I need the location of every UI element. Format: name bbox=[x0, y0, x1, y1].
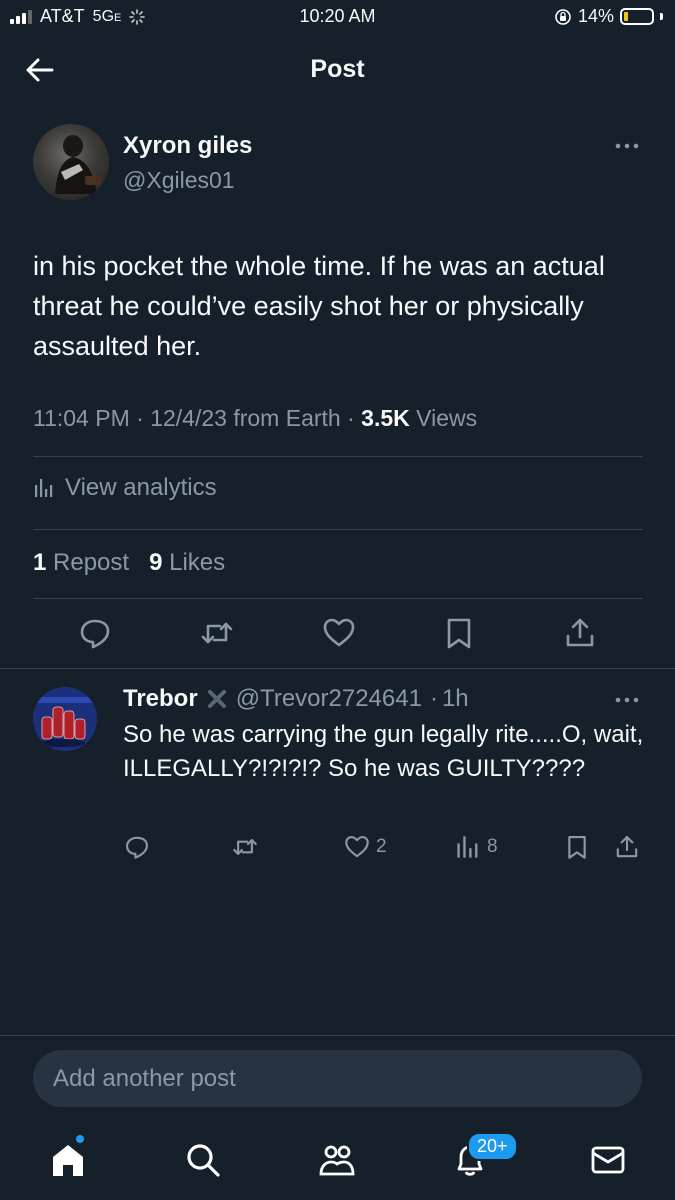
nav-home[interactable] bbox=[48, 1140, 88, 1180]
reply-likes-count: 2 bbox=[376, 836, 387, 857]
reply-avatar[interactable] bbox=[33, 687, 97, 751]
bookmark-button[interactable] bbox=[442, 616, 476, 650]
compose-input[interactable]: Add another post bbox=[33, 1050, 642, 1107]
reply-age: 1h bbox=[441, 685, 469, 712]
divider bbox=[0, 1035, 675, 1036]
rotation-lock-icon bbox=[555, 8, 571, 25]
divider bbox=[33, 456, 643, 457]
reply-header: Trebor @Trevor2724641 · 1h bbox=[123, 685, 469, 713]
engagement-counts: 1 Repost 9 Likes bbox=[33, 549, 225, 577]
share-icon bbox=[616, 835, 638, 858]
nav-search[interactable] bbox=[183, 1140, 223, 1180]
repost-icon bbox=[201, 622, 233, 644]
likes-count: 9 bbox=[149, 549, 163, 576]
home-icon bbox=[53, 1145, 83, 1176]
reply-separator: · bbox=[429, 685, 438, 712]
heart-icon bbox=[345, 835, 369, 858]
reply-icon bbox=[125, 836, 149, 859]
page-title: Post bbox=[310, 55, 365, 83]
status-bar: AT&T 5GE 10:20 AM 14% bbox=[0, 0, 675, 36]
repost-icon bbox=[233, 839, 257, 855]
battery-indicator: 14% bbox=[554, 6, 663, 27]
battery-percent: 14% bbox=[577, 6, 614, 26]
battery-fill bbox=[624, 12, 628, 21]
post-text: in his pocket the whole time. If he was … bbox=[33, 251, 605, 361]
mail-icon bbox=[591, 1146, 625, 1174]
analytics-icon bbox=[457, 836, 478, 858]
views-label: Views bbox=[416, 405, 478, 431]
reply-author-name[interactable]: Trebor bbox=[123, 685, 198, 713]
reply-views-button[interactable]: 8 bbox=[455, 832, 498, 862]
analytics-icon bbox=[35, 479, 53, 497]
post-time: 11:04 PM bbox=[33, 405, 130, 431]
post-meta: 11:04 PM · 12/4/23 from Earth · 3.5K Vie… bbox=[33, 405, 478, 431]
reply-icon bbox=[80, 619, 110, 649]
notifications-badge: 20+ bbox=[467, 1132, 518, 1161]
divider bbox=[33, 598, 643, 599]
reply-button[interactable] bbox=[78, 616, 112, 650]
view-analytics-link[interactable]: View analytics bbox=[33, 474, 217, 502]
post-source: from Earth bbox=[233, 405, 341, 431]
nav-messages[interactable] bbox=[588, 1140, 628, 1180]
likes-label: Likes bbox=[169, 549, 226, 576]
reposts-stat[interactable]: 1 Repost bbox=[33, 549, 129, 576]
like-button[interactable] bbox=[322, 616, 356, 650]
reply-repost-button[interactable] bbox=[232, 832, 258, 862]
reply-author-handle[interactable]: @Trevor2724641 bbox=[236, 685, 422, 713]
divider bbox=[33, 529, 643, 530]
views-count: 3.5K bbox=[361, 405, 410, 431]
reply-more-button[interactable] bbox=[612, 690, 642, 710]
battery-cap bbox=[660, 13, 663, 20]
more-icon bbox=[615, 143, 639, 149]
reply-reply-button[interactable] bbox=[124, 832, 150, 862]
battery-icon bbox=[620, 8, 654, 25]
repost-button[interactable] bbox=[200, 616, 234, 650]
post-date: 12/4/23 bbox=[150, 405, 227, 431]
reply-like-button[interactable]: 2 bbox=[344, 832, 387, 862]
avatar-image bbox=[55, 135, 101, 194]
reply-views-count: 8 bbox=[487, 836, 498, 857]
home-notification-dot bbox=[74, 1133, 86, 1145]
reply-avatar-image bbox=[33, 687, 97, 751]
heart-icon bbox=[323, 618, 355, 647]
communities-icon bbox=[319, 1145, 355, 1176]
reply-share-button[interactable] bbox=[614, 832, 640, 862]
avatar[interactable] bbox=[33, 124, 109, 200]
reposts-count: 1 bbox=[33, 549, 47, 576]
bookmark-icon bbox=[568, 835, 586, 859]
analytics-label: View analytics bbox=[65, 474, 217, 501]
mute-icon bbox=[207, 690, 226, 708]
reposts-label: Repost bbox=[53, 549, 130, 576]
likes-stat[interactable]: 9 Likes bbox=[149, 549, 225, 576]
share-icon bbox=[566, 618, 594, 647]
divider bbox=[0, 668, 675, 669]
reply-bookmark-button[interactable] bbox=[564, 832, 590, 862]
more-options-button[interactable] bbox=[612, 136, 642, 156]
author-handle[interactable]: @Xgiles01 bbox=[123, 167, 235, 194]
nav-communities[interactable] bbox=[317, 1140, 357, 1180]
reply-text: So he was carrying the gun legally rite.… bbox=[123, 721, 644, 782]
more-icon bbox=[615, 697, 639, 703]
bookmark-icon bbox=[447, 618, 471, 649]
search-icon bbox=[187, 1144, 220, 1177]
author-name[interactable]: Xyron giles bbox=[123, 132, 252, 160]
share-button[interactable] bbox=[563, 616, 597, 650]
